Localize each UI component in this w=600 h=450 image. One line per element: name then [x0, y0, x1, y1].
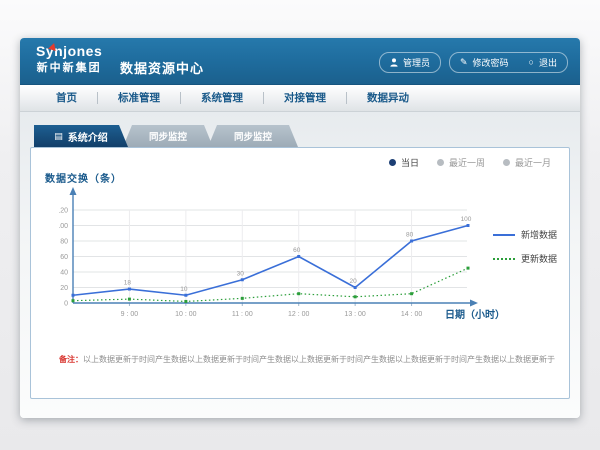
- dotted-line-swatch: [493, 258, 515, 260]
- logout-button[interactable]: 退出: [539, 56, 557, 69]
- svg-text:120: 120: [59, 208, 68, 215]
- change-password-button[interactable]: 修改密码: [473, 56, 509, 69]
- tab-sync-monitor-1[interactable]: 同步监控: [123, 125, 213, 147]
- tab-sync-monitor-2[interactable]: 同步监控: [208, 125, 298, 147]
- svg-text:30: 30: [237, 270, 245, 277]
- svg-text:80: 80: [406, 232, 414, 239]
- nav-item-standard-mgmt[interactable]: 标准管理: [98, 85, 180, 111]
- chart-panel: 当日 最近一周 最近一月 数据交换（条） 0 20 40 60 80 100 120 9 : …: [30, 147, 570, 399]
- nav-item-connect-mgmt[interactable]: 对接管理: [264, 85, 346, 111]
- footnote: 备注：以上数据更新于时间产生数据以上数据更新于时间产生数据以上数据更新于时间产生…: [59, 354, 561, 365]
- x-axis-title: 日期（小时）: [445, 306, 505, 321]
- power-icon: ○: [529, 58, 534, 67]
- svg-text:12 : 00: 12 : 00: [288, 311, 310, 318]
- brand-name: Synjones: [36, 43, 102, 59]
- svg-text:100: 100: [461, 216, 472, 223]
- app-window: Synjones 新中新集团 数据资源中心 管理员 ✎ 修改密码 ○ 退出 首页…: [20, 38, 580, 418]
- svg-text:10 : 00: 10 : 00: [175, 311, 197, 318]
- time-range-options: 当日 最近一周 最近一月: [389, 156, 551, 169]
- app-header: Synjones 新中新集团 数据资源中心 管理员 ✎ 修改密码 ○ 退出: [20, 38, 580, 85]
- svg-text:18: 18: [124, 280, 132, 287]
- nav-item-home[interactable]: 首页: [36, 85, 97, 111]
- solid-line-swatch: [493, 234, 515, 236]
- password-logout-group: ✎ 修改密码 ○ 退出: [449, 52, 568, 73]
- content-area: ▤ 系统介绍 同步监控 同步监控 当日 最近一周: [20, 112, 580, 418]
- brand-logo: Synjones 新中新集团: [36, 43, 102, 75]
- tab-label: 同步监控: [234, 129, 272, 143]
- footnote-label: 备注：: [59, 355, 83, 364]
- svg-text:60: 60: [293, 247, 301, 254]
- svg-text:11 : 00: 11 : 00: [232, 311, 253, 318]
- line-chart: 0 20 40 60 80 100 120 9 : 00 10 : 00 11 : 00 12 : …: [59, 186, 489, 324]
- radio-dot: [503, 159, 510, 166]
- radio-last-month[interactable]: 最近一月: [503, 156, 551, 169]
- main-nav: 首页 标准管理 系统管理 对接管理 数据异动: [20, 85, 580, 112]
- radio-dot-selected: [389, 159, 396, 166]
- footnote-text: 以上数据更新于时间产生数据以上数据更新于时间产生数据以上数据更新于时间产生数据以…: [83, 355, 555, 364]
- document-grid-icon: ▤: [54, 132, 63, 141]
- chart-legend: 新增数据 更新数据: [493, 228, 557, 265]
- svg-text:80: 80: [60, 239, 68, 246]
- tab-system-intro[interactable]: ▤ 系统介绍: [34, 125, 128, 147]
- tab-label: 同步监控: [149, 129, 187, 143]
- svg-text:9 : 00: 9 : 00: [121, 311, 139, 318]
- user-menu: 管理员 ✎ 修改密码 ○ 退出: [379, 52, 568, 73]
- admin-label: 管理员: [403, 56, 430, 69]
- radio-last-week[interactable]: 最近一周: [437, 156, 485, 169]
- svg-text:20: 20: [350, 278, 358, 285]
- radio-today[interactable]: 当日: [389, 156, 419, 169]
- company-name: 新中新集团: [36, 61, 102, 75]
- tab-bar: ▤ 系统介绍 同步监控 同步监控: [34, 125, 298, 147]
- y-axis-title: 数据交换（条）: [45, 170, 122, 185]
- svg-text:100: 100: [59, 223, 68, 230]
- svg-text:20: 20: [60, 285, 68, 292]
- radio-dot: [437, 159, 444, 166]
- tab-label: 系统介绍: [68, 129, 108, 144]
- svg-text:40: 40: [60, 270, 68, 277]
- legend-item-new-data: 新增数据: [493, 228, 557, 241]
- svg-text:13 : 00: 13 : 00: [344, 311, 366, 318]
- nav-item-data-change[interactable]: 数据异动: [347, 85, 429, 111]
- svg-text:14 : 00: 14 : 00: [401, 311, 423, 318]
- edit-icon: ✎: [460, 58, 468, 67]
- svg-text:10: 10: [180, 286, 188, 293]
- legend-item-updated-data: 更新数据: [493, 252, 557, 265]
- svg-text:0: 0: [64, 301, 68, 308]
- admin-button[interactable]: 管理员: [379, 52, 441, 73]
- user-icon: [390, 58, 398, 67]
- page-title: 数据资源中心: [120, 58, 204, 77]
- svg-text:60: 60: [60, 254, 68, 261]
- nav-item-system-mgmt[interactable]: 系统管理: [181, 85, 263, 111]
